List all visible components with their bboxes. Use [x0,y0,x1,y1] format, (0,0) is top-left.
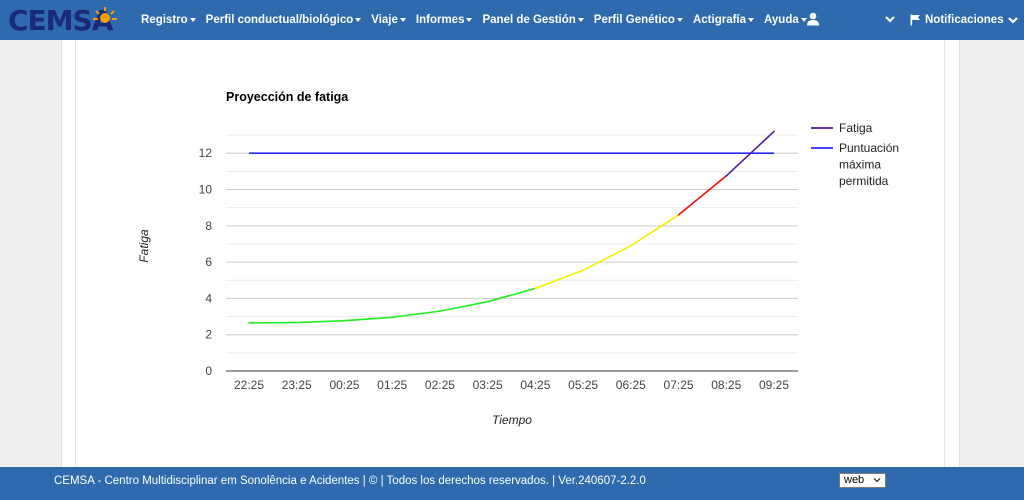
fatigue-segment [677,175,728,216]
y-tick-label: 2 [205,328,212,342]
x-tick-label: 03:25 [473,378,503,392]
chart-legend: Fatiga Puntuación máxima permitida [811,121,899,188]
chart-series [248,130,775,324]
chart-grid [226,134,798,372]
y-tick-label: 4 [205,291,212,305]
language-select[interactable]: web [839,473,886,488]
legend-label: Puntuación [839,141,899,155]
y-tick-label: 10 [199,183,213,197]
fatigue-segment [486,287,537,303]
legend-label: Fatiga [839,121,873,135]
x-tick-label: 04:25 [520,378,550,392]
x-axis-label: Tiempo [492,413,532,427]
chart-title: Proyección de fatiga [226,90,349,104]
x-tick-labels: 22:25 23:25 00:25 01:25 02:25 03:25 04:25 05:25… [234,378,789,392]
legend-label: permitida [839,174,889,188]
x-tick-label: 23:25 [282,378,312,392]
y-tick-label: 8 [205,219,212,233]
x-tick-label: 09:25 [759,378,789,392]
fatigue-segment [439,300,489,312]
chart-container: 0 2 4 6 8 10 12 22:25 23:25 00:25 01:25 02:25 03:25… [0,0,1024,500]
fatigue-segment [343,316,393,322]
fatigue-segment [582,244,632,272]
fatigue-segment [534,269,584,290]
x-tick-label: 22:25 [234,378,264,392]
y-tick-label: 6 [205,255,212,269]
y-tick-label: 0 [205,364,212,378]
fatigue-chart: 0 2 4 6 8 10 12 22:25 23:25 00:25 01:25 02:25 03:25… [137,90,899,427]
footer-text: CEMSA - Centro Multidisciplinar em Sonol… [54,475,646,487]
x-tick-label: 06:25 [616,378,646,392]
x-tick-label: 05:25 [568,378,598,392]
x-tick-label: 08:25 [711,378,741,392]
x-tick-label: 00:25 [329,378,359,392]
fatigue-segment [295,319,346,324]
fatigue-segment [630,214,680,247]
language-value: web [844,474,865,486]
y-tick-label: 12 [199,146,213,160]
chevron-down-icon [873,478,881,483]
y-tick-labels: 0 2 4 6 8 10 12 [199,146,213,378]
x-tick-label: 02:25 [425,378,455,392]
x-tick-label: 07:25 [664,378,694,392]
legend-label: máxima [839,158,881,172]
x-tick-label: 01:25 [377,378,407,392]
y-axis-label: Fatiga [137,229,151,263]
